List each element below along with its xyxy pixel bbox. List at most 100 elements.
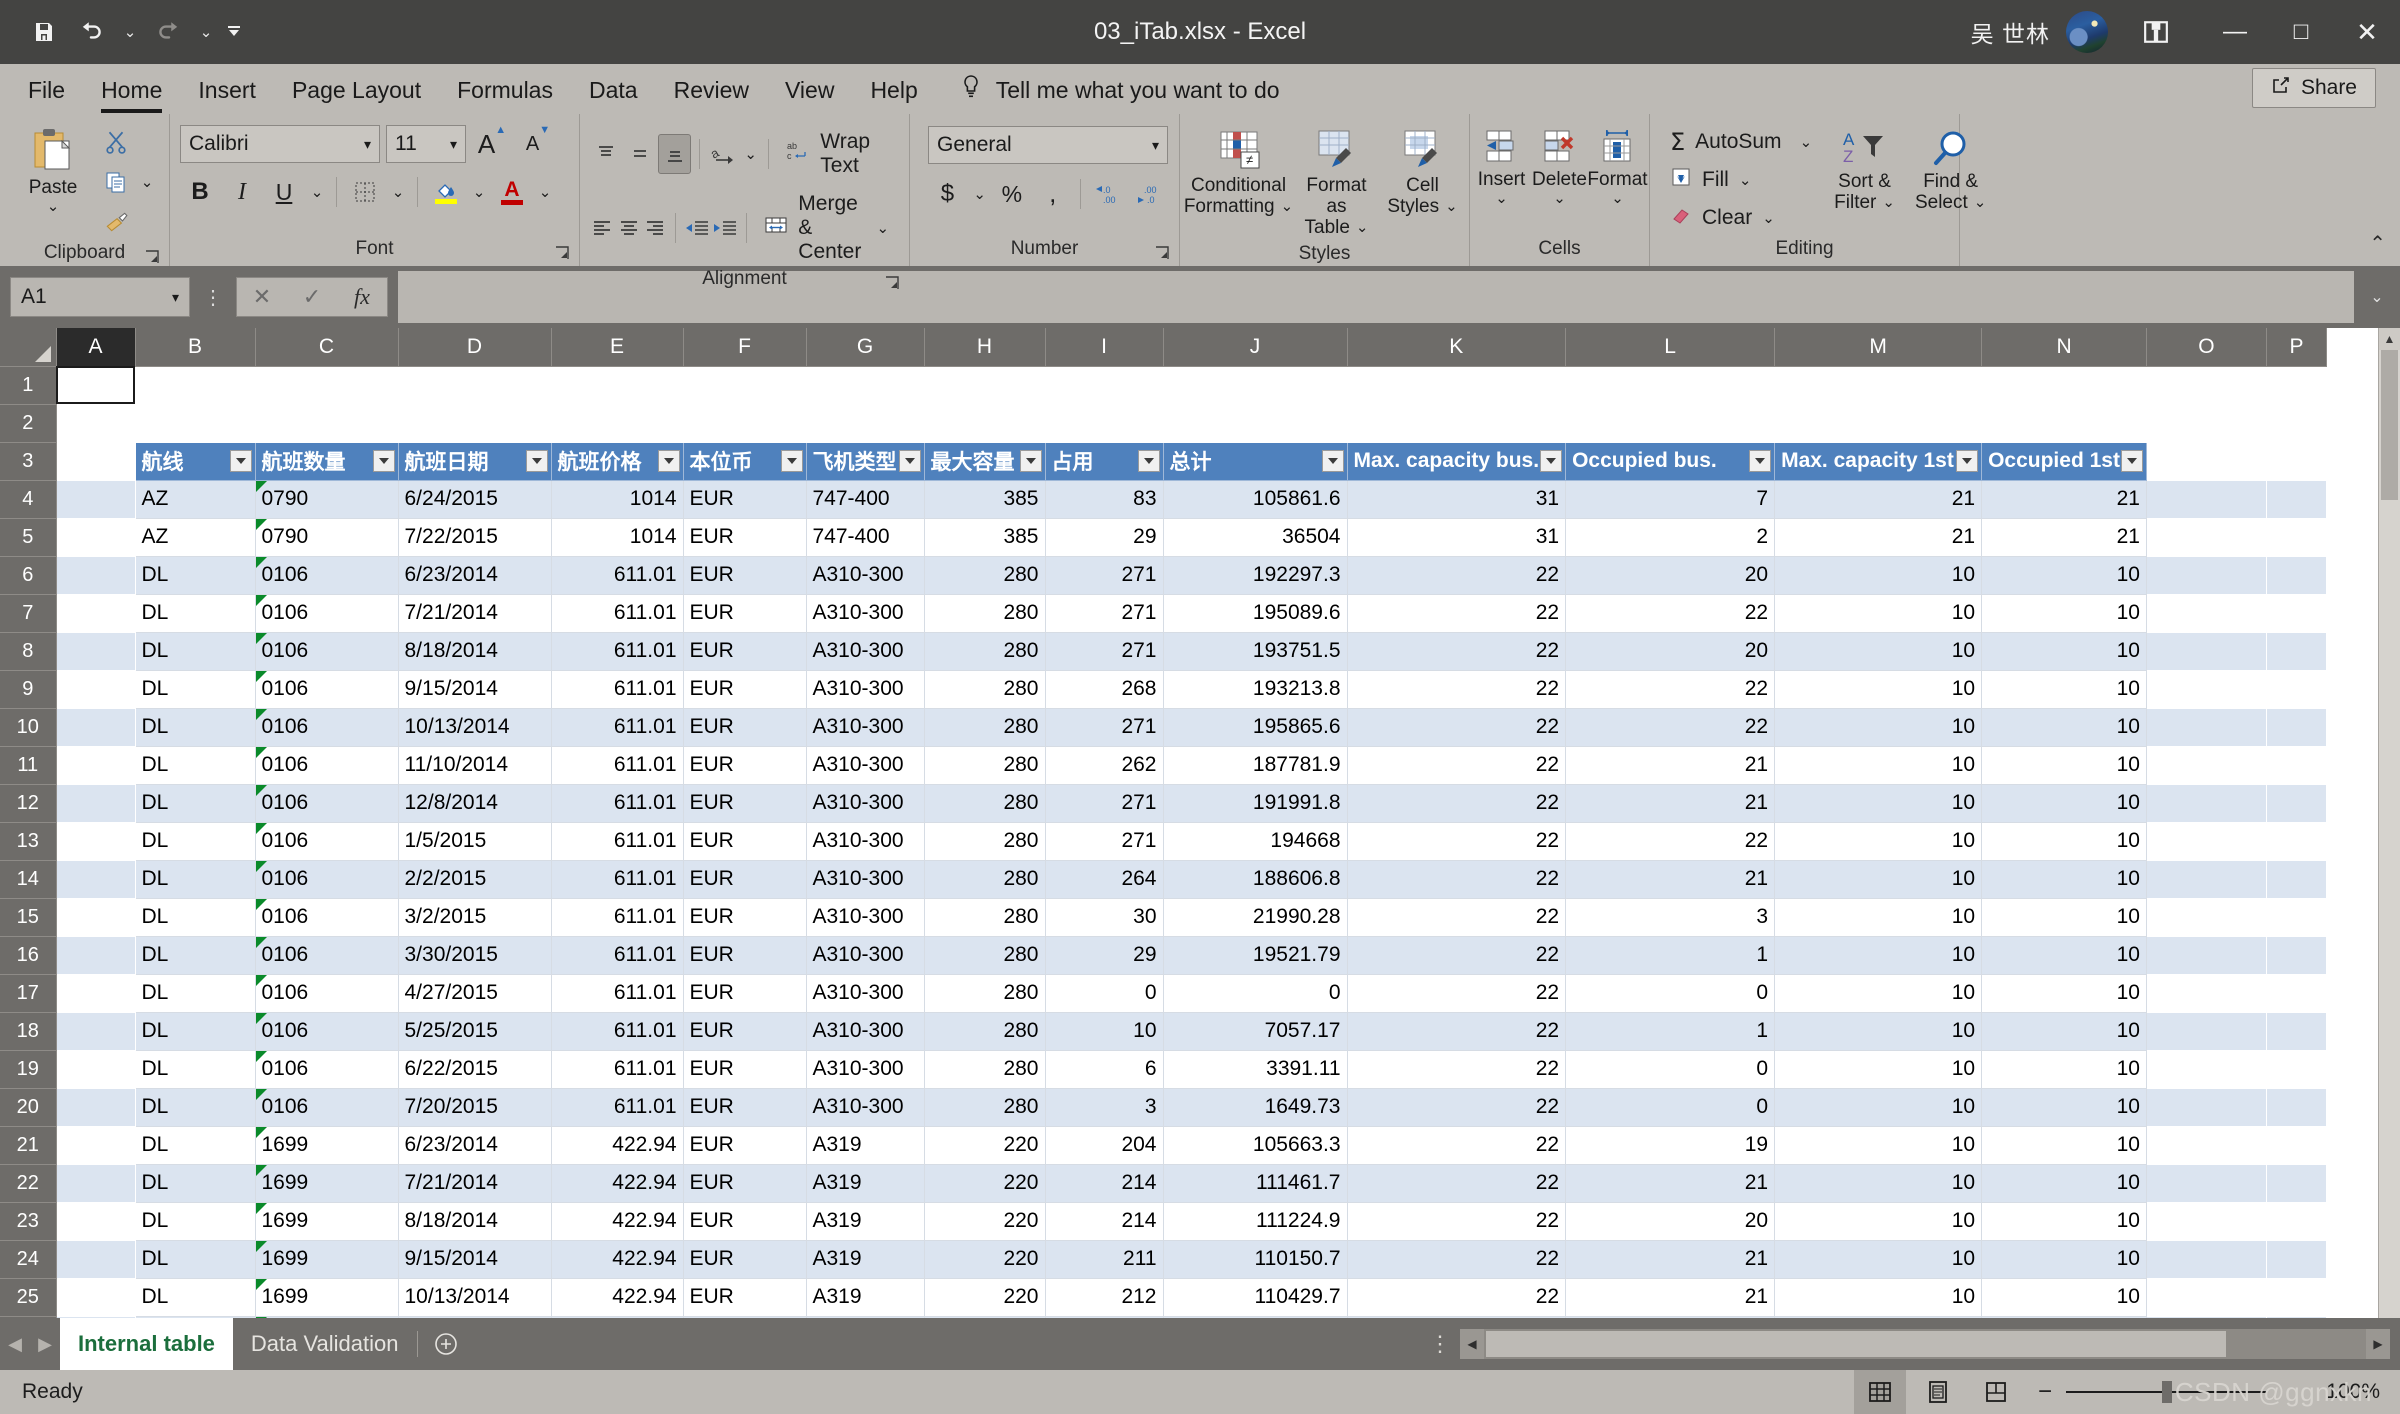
save-icon[interactable] [22,10,66,54]
table-cell[interactable]: 29 [1045,518,1163,556]
font-size-combo[interactable]: 11 ▾ [386,125,466,163]
table-cell[interactable]: 280 [924,1012,1045,1050]
empty-cell[interactable] [1566,366,1775,404]
empty-cell[interactable] [2266,860,2326,898]
table-cell[interactable]: EUR [683,974,806,1012]
empty-cell[interactable] [2146,1012,2266,1050]
table-cell[interactable]: 0106 [255,1050,398,1088]
sheet-tab-internal-table[interactable]: Internal table [60,1318,233,1370]
empty-cell[interactable] [255,366,398,404]
table-cell[interactable]: 422.94 [551,1164,683,1202]
table-cell[interactable]: DL [135,1012,255,1050]
empty-cell[interactable] [56,746,135,784]
table-cell[interactable]: 1/5/2015 [398,822,551,860]
table-cell[interactable]: 22 [1347,632,1566,670]
table-cell[interactable]: 10 [1775,632,1982,670]
table-cell[interactable]: A310-300 [806,898,924,936]
empty-cell[interactable] [2266,1050,2326,1088]
table-cell[interactable]: 10 [1982,860,2147,898]
table-cell[interactable]: 0106 [255,822,398,860]
table-cell[interactable]: 10 [1982,556,2147,594]
row-header-7[interactable]: 7 [0,594,56,632]
empty-cell[interactable] [2146,366,2266,404]
row-header-3[interactable]: 3 [0,442,56,480]
filter-dropdown-icon[interactable] [230,450,252,472]
empty-cell[interactable] [56,1202,135,1240]
table-cell[interactable]: 385 [924,480,1045,518]
empty-cell[interactable] [806,404,924,442]
table-cell[interactable]: 211 [1045,1240,1163,1278]
insert-function-button[interactable]: fx [337,278,387,316]
table-cell[interactable]: 7/21/2014 [398,594,551,632]
table-cell[interactable]: 1699 [255,1278,398,1316]
increase-decimal-button[interactable]: .0.00 [1089,174,1128,214]
table-cell[interactable]: 0106 [255,708,398,746]
table-cell[interactable]: DL [135,1126,255,1164]
filter-dropdown-icon[interactable] [2121,450,2143,472]
table-cell[interactable]: A310-300 [806,936,924,974]
table-cell[interactable]: 10 [1982,1316,2147,1318]
table-cell[interactable]: 105861.6 [1163,480,1347,518]
table-cell[interactable]: 0 [1045,974,1163,1012]
empty-cell[interactable] [56,594,135,632]
table-cell[interactable]: 280 [924,708,1045,746]
table-cell[interactable]: 22 [1347,1316,1566,1318]
paste-button[interactable]: Paste ⌄ [10,120,96,242]
table-cell[interactable]: 36504 [1163,518,1347,556]
table-cell[interactable]: EUR [683,670,806,708]
sort-filter-button[interactable]: A Z Sort & Filter⌄ [1826,124,1903,238]
format-cells-button[interactable]: Format ⌄ [1590,124,1646,238]
table-cell[interactable]: DL [135,1316,255,1318]
empty-cell[interactable] [2266,1202,2326,1240]
empty-cell[interactable] [2146,898,2266,936]
sheet-options-icon[interactable]: ⋮ [1420,1331,1460,1357]
table-cell[interactable]: 31 [1347,480,1566,518]
row-header-1[interactable]: 1 [0,366,56,404]
empty-cell[interactable] [2146,936,2266,974]
table-cell[interactable]: 0106 [255,898,398,936]
table-cell[interactable]: EUR [683,1202,806,1240]
table-cell[interactable]: 10 [1982,1164,2147,1202]
table-cell[interactable]: 19 [1566,1126,1775,1164]
table-cell[interactable]: 0 [1566,1050,1775,1088]
orientation-dropdown-icon[interactable]: ⌄ [742,134,760,174]
empty-cell[interactable] [551,404,683,442]
table-cell[interactable]: 10 [1775,1316,1982,1318]
empty-cell[interactable] [56,404,135,442]
table-cell[interactable]: 10 [1775,1240,1982,1278]
table-cell[interactable]: 280 [924,632,1045,670]
zoom-level[interactable]: 100% [2280,1380,2380,1404]
table-cell[interactable]: 111457.4 [1163,1316,1347,1318]
redo-icon[interactable] [146,10,190,54]
table-cell[interactable]: 3 [1045,1088,1163,1126]
filter-dropdown-icon[interactable] [1020,450,1042,472]
table-cell[interactable]: 9/15/2014 [398,670,551,708]
row-header-13[interactable]: 13 [0,822,56,860]
row-header-18[interactable]: 18 [0,1012,56,1050]
table-cell[interactable]: 21 [1982,480,2147,518]
empty-cell[interactable] [806,366,924,404]
empty-cell[interactable] [56,1126,135,1164]
column-header-E[interactable]: E [551,328,683,366]
empty-cell[interactable] [56,936,135,974]
table-cell[interactable]: 188606.8 [1163,860,1347,898]
page-layout-view-button[interactable] [1912,1370,1964,1414]
column-header-A[interactable]: A [56,328,135,366]
empty-cell[interactable] [2146,1164,2266,1202]
table-cell[interactable]: 1699 [255,1202,398,1240]
table-cell[interactable]: EUR [683,1050,806,1088]
table-cell[interactable]: 10 [1775,746,1982,784]
column-header-B[interactable]: B [135,328,255,366]
empty-cell[interactable] [2266,746,2326,784]
add-sheet-button[interactable] [418,1318,474,1370]
table-cell[interactable]: DL [135,632,255,670]
column-header-K[interactable]: K [1347,328,1566,366]
table-cell[interactable]: 10 [1982,974,2147,1012]
table-cell[interactable]: A310-300 [806,670,924,708]
table-cell[interactable]: 21 [1566,1278,1775,1316]
font-color-dropdown-icon[interactable]: ⌄ [534,172,556,212]
middle-align-button[interactable] [624,134,656,174]
filter-dropdown-icon[interactable] [373,450,395,472]
cancel-formula-button[interactable]: ✕ [237,278,287,316]
row-header-23[interactable]: 23 [0,1202,56,1240]
